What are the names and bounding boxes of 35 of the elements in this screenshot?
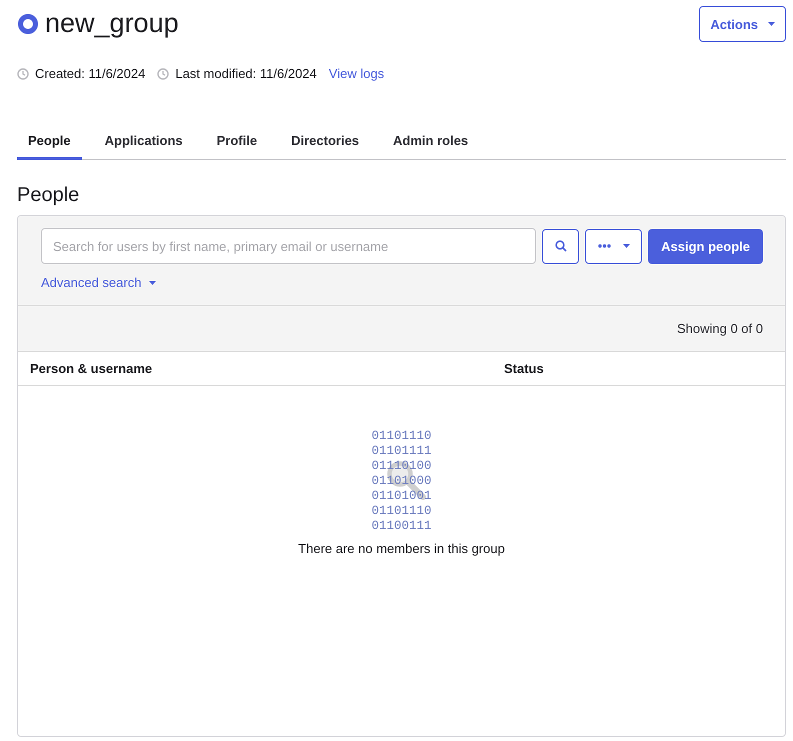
created-date: Created: 11/6/2024 (35, 66, 146, 81)
search-icon (554, 240, 567, 252)
column-header: Status (504, 361, 545, 376)
tab[interactable]: Directories (280, 133, 370, 160)
result-count: Showing 0 of 0 (676, 321, 763, 336)
binary-line: 01110100 (371, 459, 432, 474)
more-icon (598, 244, 611, 248)
view-logs-link[interactable]: View logs (328, 66, 384, 81)
section-title: People (17, 184, 80, 207)
modified-date: Last modified: 11/6/2024 (175, 66, 317, 81)
caret-icon (768, 22, 775, 26)
clock-icon (157, 68, 170, 80)
column-header: Person & username (30, 361, 154, 376)
caret-icon (149, 280, 156, 284)
tab[interactable]: Admin roles (382, 133, 480, 160)
advanced-search-link[interactable]: Advanced search (41, 275, 156, 290)
clock-icon (17, 68, 29, 80)
search-button[interactable] (542, 228, 580, 264)
more-options-button[interactable] (585, 228, 642, 264)
binary-line: 01101110 (371, 429, 432, 444)
caret-icon (622, 244, 630, 248)
binary-line: 01101110 (371, 504, 432, 519)
empty-message: There are no members in this group (298, 541, 505, 556)
binary-line: 01101001 (371, 489, 432, 504)
tab[interactable]: Applications (94, 133, 194, 160)
assign-people-button[interactable]: Assign people (648, 228, 763, 264)
group-icon (17, 12, 39, 34)
search-field[interactable]: Search for users by first name, primary email or username (41, 228, 536, 264)
actions-button[interactable]: Actions (699, 6, 786, 42)
binary-line: 01100111 (371, 519, 432, 534)
tab[interactable]: People (17, 133, 82, 160)
binary-line: 01101000 (371, 474, 432, 489)
page-title: new_group (45, 8, 179, 39)
tab[interactable]: Profile (206, 133, 268, 160)
binary-line: 01101111 (371, 444, 432, 459)
